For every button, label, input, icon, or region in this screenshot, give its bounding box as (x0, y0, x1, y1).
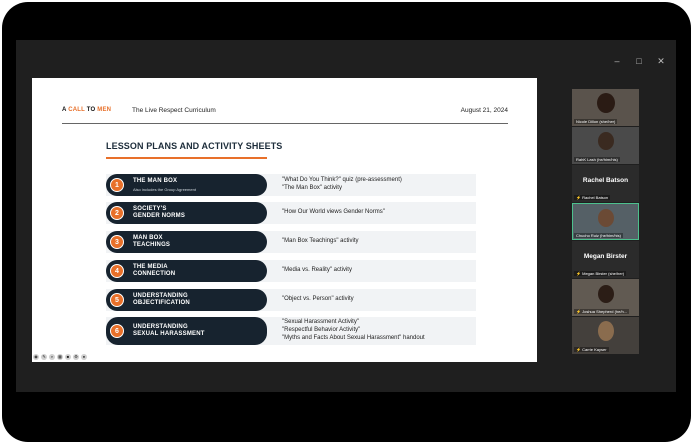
lesson-title: UNDERSTANDING (133, 324, 188, 330)
participant-name: RahK Lash (he/him/his) (574, 157, 620, 162)
header-divider (62, 123, 508, 124)
more-icon[interactable]: ● (81, 354, 87, 360)
lesson-title: SEXUAL HARASSMENT (133, 331, 205, 337)
lesson-row: 2 SOCIETY'S GENDER NORMS "How Our World … (106, 202, 476, 224)
participant-big-name: Megan Birster (583, 253, 628, 260)
avatar (597, 321, 614, 341)
activity: "Object vs. Person" activity (282, 296, 354, 302)
lesson-title: THE MAN BOX (133, 178, 178, 184)
slide-header: A CALL TO MEN The Live Respect Curriculu… (62, 107, 508, 119)
pen-icon[interactable]: ✎ (41, 354, 47, 360)
participant-name: ⚡ Rachel Batson (574, 195, 611, 200)
lesson-row: 3 MAN BOX TEACHINGS "Man Box Teachings" … (106, 231, 476, 253)
participant-big-name: Rachel Batson (582, 177, 629, 184)
close-icon[interactable]: ✕ (657, 56, 665, 67)
participant-name: Nicole Dillon (she/her) (574, 119, 618, 124)
lesson-title: GENDER NORMS (133, 213, 186, 219)
participant-tile[interactable]: ⚡ Carrie Kayser (572, 317, 639, 354)
zoom-icon[interactable]: ⌕ (49, 354, 55, 360)
pointer-icon[interactable]: ◉ (33, 354, 39, 360)
lesson-title: TEACHINGS (133, 242, 171, 248)
lesson-row: 5 UNDERSTANDING OBJECTIFICATION "Object … (106, 289, 476, 311)
lesson-pill: 2 SOCIETY'S GENDER NORMS (106, 202, 267, 224)
activity: "Respectful Behavior Activity" (282, 327, 361, 333)
participant-tile[interactable]: Nicole Dillon (she/her) (572, 89, 639, 126)
lesson-title: SOCIETY'S (133, 206, 167, 212)
lesson-number: 4 (110, 264, 124, 278)
activity: "How Our World views Gender Norms" (282, 209, 385, 215)
slide-title: LESSON PLANS AND ACTIVITY SHEETS (106, 141, 283, 151)
title-underline (106, 157, 267, 159)
participant-tile[interactable]: Megan Birster ⚡ Megan Birster (she/her) (572, 241, 639, 278)
participant-name: ⚡ Joshua Shepherd (he/h... (574, 309, 630, 314)
lesson-pill: 3 MAN BOX TEACHINGS (106, 231, 267, 253)
lesson-number: 1 (110, 178, 124, 192)
lesson-number: 3 (110, 235, 124, 249)
minimize-icon[interactable]: – (613, 56, 621, 67)
grid-icon[interactable]: ▦ (57, 354, 63, 360)
lesson-title: OBJECTIFICATION (133, 300, 190, 306)
activity: "Myths and Facts About Sexual Harassment… (282, 335, 425, 341)
activity: "The Man Box" activity (282, 185, 342, 191)
participant-tile[interactable]: Rachel Batson ⚡ Rachel Batson (572, 165, 639, 202)
avatar (597, 209, 614, 227)
mic-muted-icon: ⚡ (576, 195, 581, 200)
slide-date: August 21, 2024 (460, 107, 508, 114)
lesson-number: 6 (110, 324, 124, 338)
lesson-title: UNDERSTANDING (133, 293, 188, 299)
curriculum-name: The Live Respect Curriculum (132, 107, 216, 114)
activity: "Media vs. Reality" activity (282, 267, 352, 273)
activity: "Sexual Harassment Activity" (282, 319, 359, 325)
activity: "What Do You Think?" quiz (pre-assessmen… (282, 177, 402, 183)
maximize-icon[interactable]: □ (635, 56, 643, 67)
lesson-number: 2 (110, 206, 124, 220)
lesson-row: 1 THE MAN BOX Also includes the Group Ag… (106, 174, 476, 196)
settings-icon[interactable]: ⚙ (73, 354, 79, 360)
lesson-pill: 6 UNDERSTANDING SEXUAL HARASSMENT (106, 317, 267, 345)
lesson-title: THE MEDIA (133, 264, 168, 270)
participant-name: Chucho Ruiz (he/him/his) (574, 233, 623, 238)
avatar (597, 132, 614, 150)
camera-icon[interactable]: ■ (65, 354, 71, 360)
mic-muted-icon: ⚡ (576, 309, 581, 314)
participant-tile[interactable]: ⚡ Joshua Shepherd (he/h... (572, 279, 639, 316)
lesson-number: 5 (110, 293, 124, 307)
mic-muted-icon: ⚡ (576, 347, 581, 352)
participant-tile[interactable]: RahK Lash (he/him/his) (572, 127, 639, 164)
annotation-toolbar: ◉ ✎ ⌕ ▦ ■ ⚙ ● (33, 354, 87, 360)
avatar (597, 285, 614, 303)
lesson-pill: 4 THE MEDIA CONNECTION (106, 260, 267, 282)
participant-name: ⚡ Carrie Kayser (574, 347, 609, 352)
lesson-subtitle: Also includes the Group Agreement (133, 187, 196, 192)
participant-tile[interactable]: Chucho Ruiz (he/him/his) (572, 203, 639, 240)
lesson-pill: 5 UNDERSTANDING OBJECTIFICATION (106, 289, 267, 311)
lesson-title: CONNECTION (133, 271, 176, 277)
lesson-pill: 1 THE MAN BOX Also includes the Group Ag… (106, 174, 267, 196)
window-controls: – □ ✕ (613, 56, 665, 67)
activity: "Man Box Teachings" activity (282, 238, 359, 244)
shared-slide: A CALL TO MEN The Live Respect Curriculu… (32, 78, 537, 362)
mic-muted-icon: ⚡ (576, 271, 581, 276)
participant-name: ⚡ Megan Birster (she/her) (574, 271, 627, 276)
avatar (596, 93, 615, 113)
lesson-row: 6 UNDERSTANDING SEXUAL HARASSMENT "Sexua… (106, 317, 476, 345)
lesson-title: MAN BOX (133, 235, 163, 241)
lesson-row: 4 THE MEDIA CONNECTION "Media vs. Realit… (106, 260, 476, 282)
logo: A CALL TO MEN (62, 107, 112, 113)
